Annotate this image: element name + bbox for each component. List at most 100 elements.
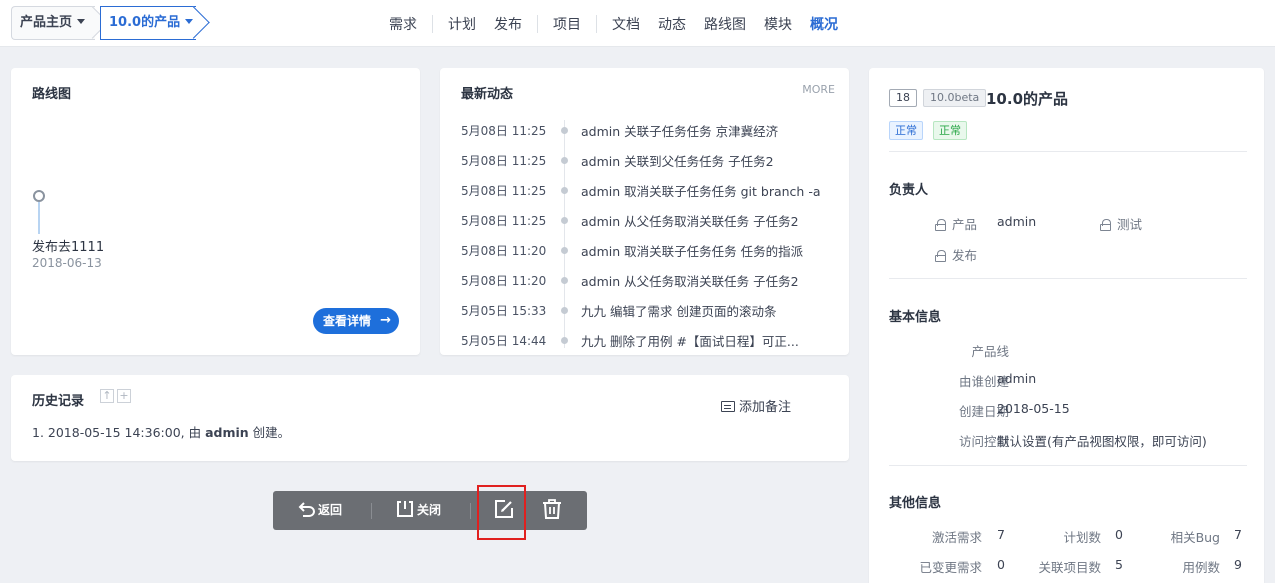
- nav-dynamic[interactable]: 动态: [649, 14, 695, 34]
- nav-overview[interactable]: 概况: [801, 14, 847, 34]
- dynamic-date: 5月08日 11:25: [461, 214, 547, 228]
- changed-stories-label: 已变更需求: [919, 560, 982, 575]
- history-entry-user: admin: [205, 425, 249, 440]
- dynamic-text[interactable]: 九九 删除了用例 #【面试日程】可正...: [581, 331, 831, 350]
- nav-divider: [596, 14, 597, 33]
- nav-doc[interactable]: 文档: [603, 14, 649, 34]
- breadcrumb-current-product[interactable]: 10.0的产品: [100, 6, 210, 40]
- owner-test-text: 测试: [1117, 217, 1143, 232]
- milestone-dot: [33, 190, 45, 202]
- owner-product-value: admin: [997, 214, 1037, 229]
- status-badge: 正常: [889, 121, 923, 140]
- action-divider: [470, 503, 471, 519]
- dynamic-date: 5月05日 14:44: [461, 334, 547, 348]
- edit-highlight-box: [477, 485, 526, 540]
- cases-value: 9: [1234, 557, 1242, 572]
- dynamic-text[interactable]: admin 取消关联子任务任务 git branch -a: [581, 181, 831, 200]
- arrow-right-icon: →: [380, 313, 391, 328]
- delete-button[interactable]: [542, 491, 562, 530]
- back-button[interactable]: 返回: [298, 491, 342, 530]
- top-bar: 产品主页 10.0的产品 需求 计划 发布 项目 文档 动态 路线图 模块 概况: [0, 0, 1275, 47]
- created-date-value: 2018-05-15: [997, 401, 1070, 416]
- dynamic-text[interactable]: admin 从父任务取消关联任务 子任务2: [581, 211, 831, 230]
- active-stories-value: 7: [997, 527, 1005, 542]
- dynamic-text[interactable]: admin 关联子任务任务 京津冀经济: [581, 121, 831, 140]
- nav-divider: [537, 14, 538, 33]
- release-name[interactable]: 发布去1111: [32, 236, 104, 255]
- breadcrumb-arrow: [177, 6, 210, 39]
- nav-roadmap[interactable]: 路线图: [695, 14, 755, 34]
- owner-product-text: 产品: [952, 217, 978, 232]
- dynamic-text[interactable]: admin 取消关联子任务任务 任务的指派: [581, 241, 831, 260]
- plans-label: 计划数: [1063, 530, 1101, 545]
- list-item: 5月08日 11:25 admin 关联子任务任务 京津冀经济: [440, 120, 849, 140]
- owners-title: 负责人: [889, 183, 929, 198]
- dynamic-date: 5月08日 11:25: [461, 124, 547, 138]
- owner-product-label: 产品: [935, 214, 977, 233]
- history-title: 历史记录: [32, 394, 85, 409]
- history-toggle-group: ↑ +: [100, 389, 131, 403]
- plans-value: 0: [1115, 527, 1123, 542]
- history-entry: 1. 2018-05-15 14:36:00, 由 admin 创建。: [32, 422, 290, 441]
- nav-story[interactable]: 需求: [380, 14, 426, 34]
- owner-release-label: 发布: [935, 245, 977, 264]
- breadcrumb-product-home[interactable]: 产品主页: [11, 6, 109, 40]
- dynamics-title: 最新动态: [461, 87, 514, 102]
- release-date: 2018-06-13: [32, 256, 102, 270]
- nav-module[interactable]: 模块: [755, 14, 801, 34]
- back-label: 返回: [318, 503, 343, 517]
- list-item: 5月08日 11:25 admin 关联到父任务任务 子任务2: [440, 150, 849, 170]
- breadcrumb-home-label: 产品主页: [20, 15, 73, 30]
- power-icon: [397, 501, 413, 517]
- changed-stories-value: 0: [997, 557, 1005, 572]
- product-version-badge: 10.0beta: [923, 89, 987, 107]
- dynamic-text[interactable]: admin 从父任务取消关联任务 子任务2: [581, 271, 831, 290]
- dynamic-text[interactable]: admin 关联到父任务任务 子任务2: [581, 151, 831, 170]
- view-detail-button[interactable]: 查看详情 →: [313, 308, 399, 334]
- close-label: 关闭: [417, 503, 442, 517]
- divider: [889, 151, 1247, 152]
- timeline-dot: [561, 247, 568, 254]
- timeline-dot: [561, 337, 568, 344]
- breadcrumb-product-label: 10.0的产品: [109, 15, 181, 30]
- dynamics-card: 最新动态 MORE 5月08日 11:25 admin 关联子任务任务 京津冀经…: [440, 68, 849, 355]
- projects-label: 关联项目数: [1038, 560, 1101, 575]
- more-link[interactable]: MORE: [802, 83, 835, 96]
- list-item: 5月05日 15:33 九九 编辑了需求 创建页面的滚动条: [440, 300, 849, 320]
- bugs-label: 相关Bug: [1170, 530, 1220, 545]
- product-info-panel: 18 10.0beta 10.0的产品 正常 正常 负责人 产品 admin 测…: [869, 68, 1264, 583]
- trash-icon: [543, 499, 561, 519]
- basic-info-title: 基本信息: [889, 310, 942, 325]
- action-bar: 返回 关闭: [273, 491, 587, 530]
- product-id-badge: 18: [889, 89, 917, 107]
- main-nav: 需求 计划 发布 项目 文档 动态 路线图 模块 概况: [380, 0, 847, 47]
- list-item: 5月08日 11:20 admin 从父任务取消关联任务 子任务2: [440, 270, 849, 290]
- timeline-dot: [561, 187, 568, 194]
- status-badge: 正常: [933, 121, 967, 140]
- active-stories-label: 激活需求: [931, 530, 982, 545]
- nav-project[interactable]: 项目: [544, 14, 590, 34]
- timeline-dot: [561, 157, 568, 164]
- nav-plan[interactable]: 计划: [439, 14, 485, 34]
- nav-divider: [432, 14, 433, 33]
- creator-value: admin: [997, 371, 1037, 386]
- add-note-button[interactable]: 添加备注: [721, 396, 791, 415]
- cases-label: 用例数: [1182, 560, 1220, 575]
- expand-plus-icon[interactable]: +: [117, 389, 131, 403]
- dynamic-text[interactable]: 九九 编辑了需求 创建页面的滚动条: [581, 301, 831, 320]
- owner-release-text: 发布: [952, 248, 978, 263]
- divider: [889, 278, 1247, 279]
- history-entry-suffix: 创建。: [248, 425, 291, 440]
- sort-up-icon[interactable]: ↑: [100, 389, 114, 403]
- history-card: 历史记录 ↑ + 添加备注 1. 2018-05-15 14:36:00, 由 …: [11, 375, 849, 461]
- projects-value: 5: [1115, 557, 1123, 572]
- chevron-down-icon: [77, 19, 86, 24]
- close-button[interactable]: 关闭: [396, 491, 441, 530]
- owner-test-label: 测试: [1100, 214, 1142, 233]
- roadmap-card: 路线图 发布去1111 2018-06-13 查看详情 →: [11, 68, 420, 355]
- chevron-down-icon: [185, 19, 194, 24]
- dynamic-date: 5月08日 11:25: [461, 154, 547, 168]
- list-item: 5月08日 11:25 admin 从父任务取消关联任务 子任务2: [440, 210, 849, 230]
- other-info-title: 其他信息: [889, 496, 942, 511]
- nav-release[interactable]: 发布: [485, 14, 531, 34]
